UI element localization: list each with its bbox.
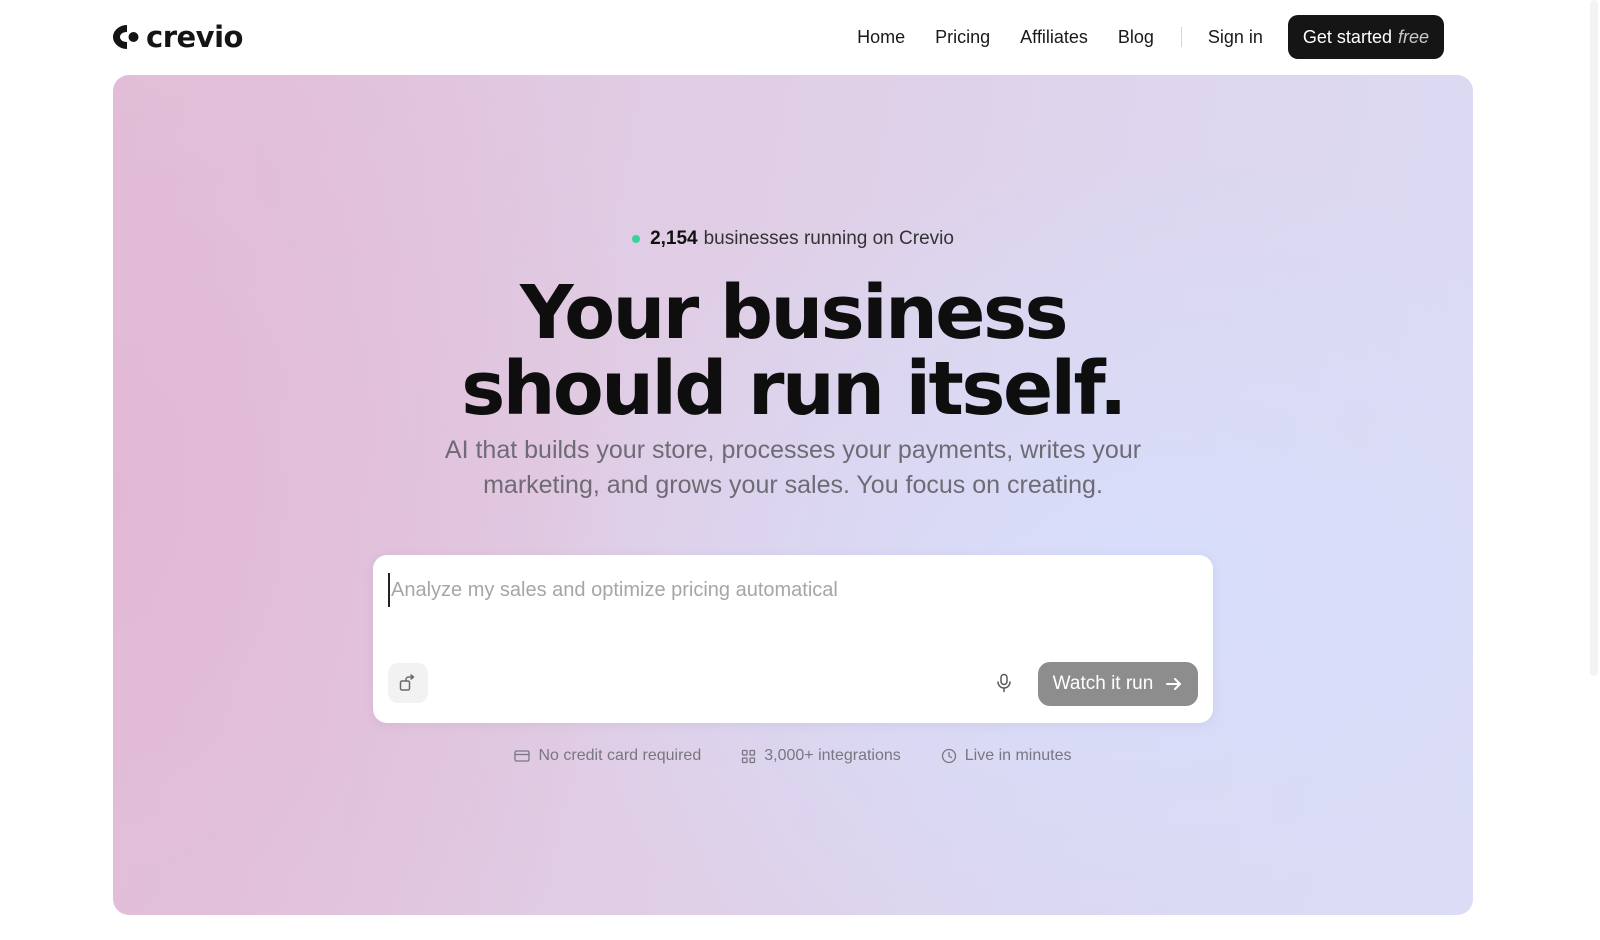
attach-icon <box>399 674 415 691</box>
hero-section: 2,154 businesses running on Crevio Your … <box>113 75 1473 915</box>
nav-divider <box>1180 27 1182 47</box>
brand-name: crevio <box>146 20 243 54</box>
arrow-right-icon <box>1166 678 1182 690</box>
clock-icon <box>941 748 956 764</box>
prompt-box: Watch it run <box>373 555 1213 723</box>
main-nav: Home Pricing Affiliates Blog Sign in Get… <box>857 15 1444 59</box>
credit-card-icon <box>514 750 531 762</box>
feature-label: 3,000+ integrations <box>764 747 901 764</box>
feature-label: Live in minutes <box>964 747 1072 764</box>
top-header: crevio Home Pricing Affiliates Blog Sign… <box>0 0 1600 74</box>
get-started-label: Get started <box>1302 26 1392 47</box>
get-started-free: free <box>1397 26 1429 47</box>
nav-affiliates[interactable]: Affiliates <box>1020 27 1088 48</box>
page-scrollbar[interactable] <box>1590 0 1598 676</box>
watch-it-run-button[interactable]: Watch it run <box>1038 662 1198 706</box>
watch-it-run-label: Watch it run <box>1052 673 1154 694</box>
nav-pricing[interactable]: Pricing <box>935 27 990 48</box>
feature-label: No credit card required <box>538 747 702 764</box>
subheadline-line-1: AI that builds your store, processes you… <box>444 436 1142 464</box>
microphone-icon <box>997 673 1011 693</box>
hero-headline: Your business should run itself. <box>113 275 1473 427</box>
business-count: 2,154 <box>650 228 698 249</box>
feature-integrations: 3,000+ integrations <box>741 747 901 765</box>
subheadline-line-2: marketing, and grows your sales. You foc… <box>483 471 1103 499</box>
social-proof-badge: 2,154 businesses running on Crevio <box>113 228 1473 250</box>
brand-logo[interactable]: crevio <box>112 22 243 52</box>
nav-blog[interactable]: Blog <box>1118 27 1154 48</box>
attach-button[interactable] <box>388 663 428 703</box>
headline-line-1: Your business <box>519 270 1069 356</box>
status-dot <box>632 235 641 243</box>
sign-in-link[interactable]: Sign in <box>1208 27 1263 48</box>
grid-icon <box>742 749 756 763</box>
crevio-logo-icon <box>113 25 139 49</box>
feature-live-in-minutes: Live in minutes <box>941 747 1072 765</box>
microphone-button[interactable] <box>991 670 1017 696</box>
get-started-button[interactable]: Get started free <box>1287 15 1444 59</box>
hero-subheadline: AI that builds your store, processes you… <box>113 433 1473 503</box>
headline-line-2: should run itself. <box>461 346 1127 432</box>
prompt-input[interactable] <box>388 573 1188 607</box>
nav-home[interactable]: Home <box>857 27 905 48</box>
feature-list: No credit card required 3,000+ integrati… <box>113 747 1473 765</box>
business-count-text: businesses running on Crevio <box>703 228 954 249</box>
feature-no-credit-card: No credit card required <box>514 747 701 765</box>
